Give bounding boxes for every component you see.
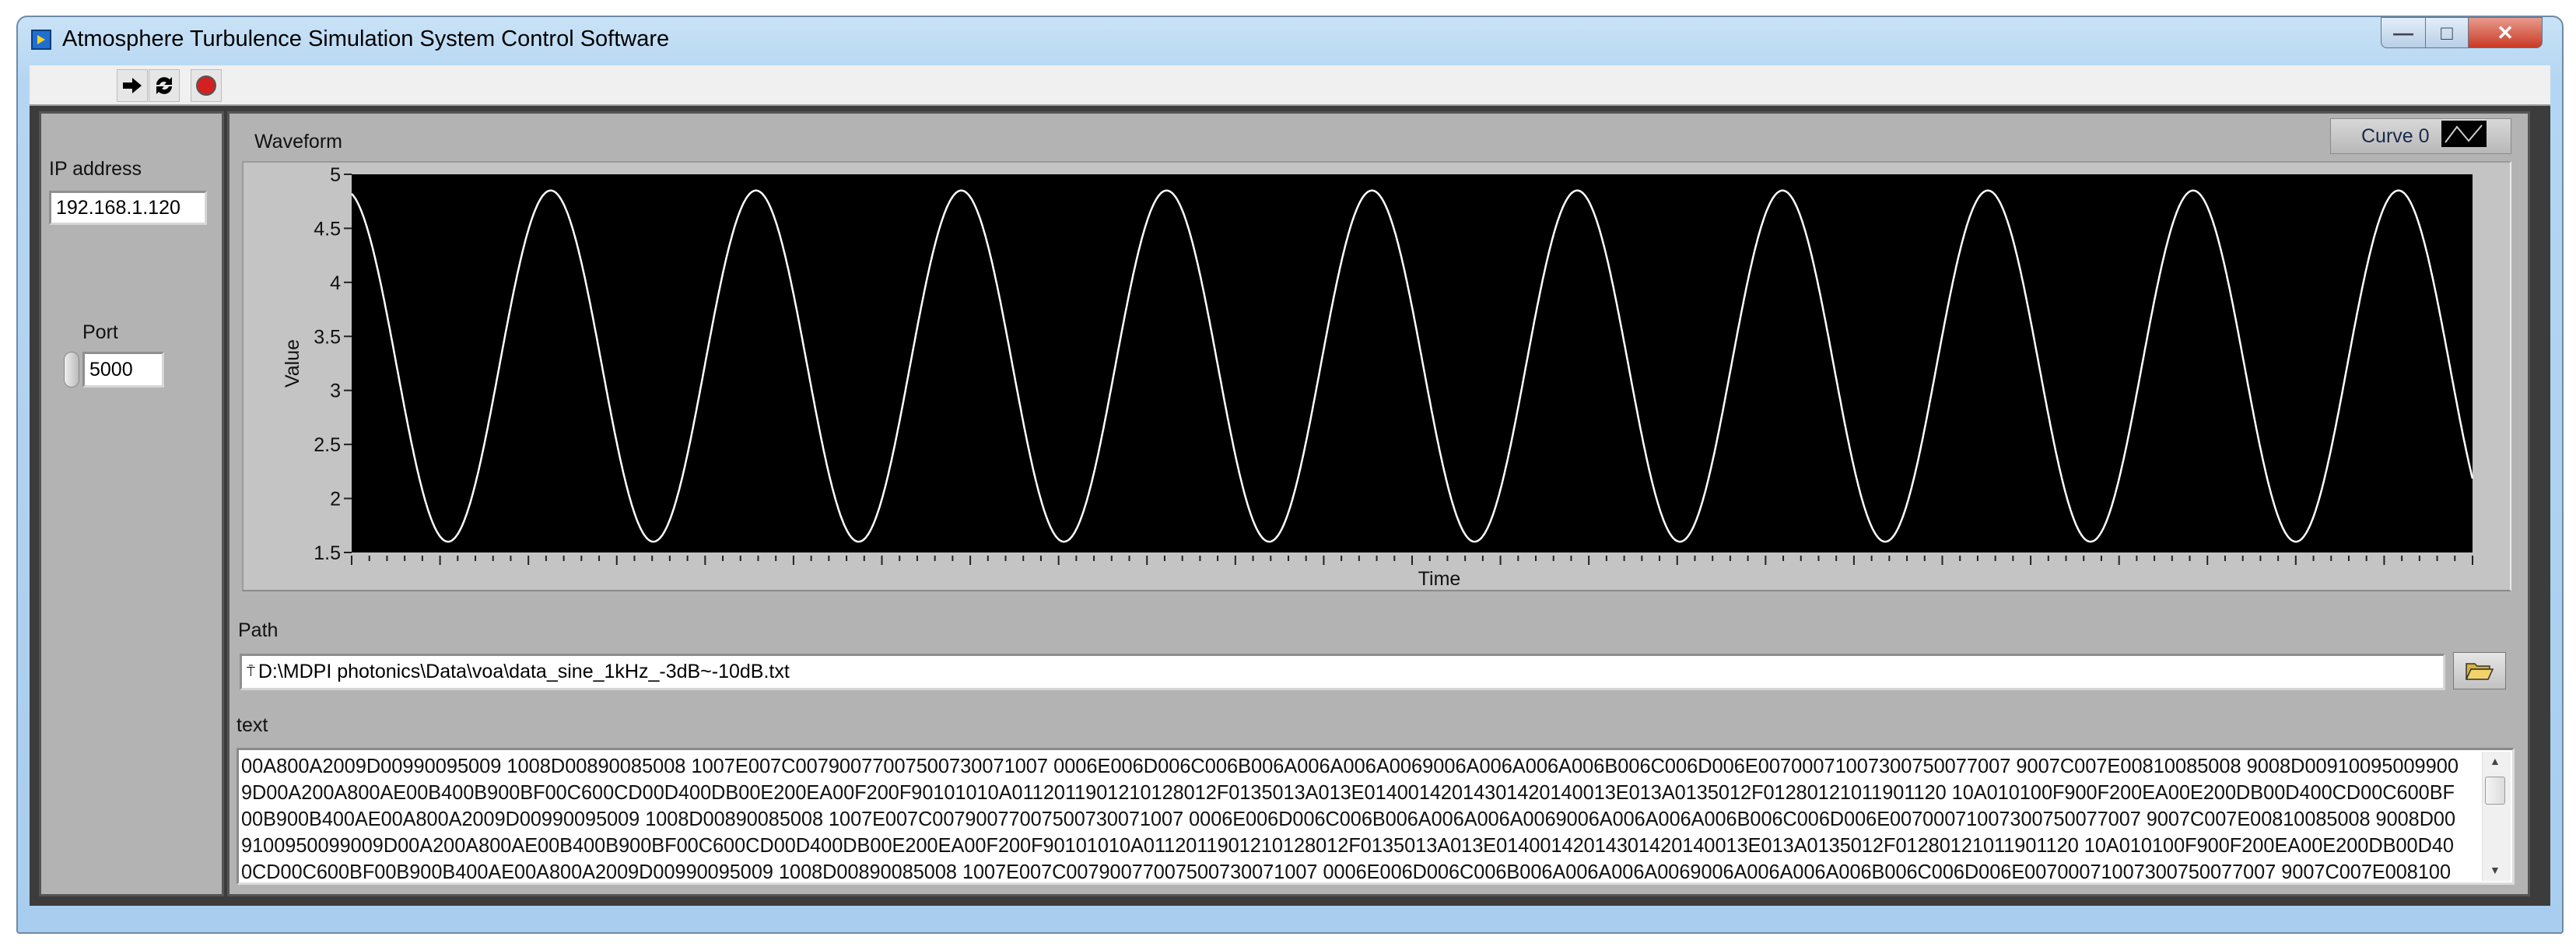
- text-display-lines: 00A800A2009D00990095009 1008D00890085008…: [241, 754, 2459, 883]
- scroll-down-arrow-icon[interactable]: ▼: [2490, 864, 2501, 876]
- text-line: 00B900B400AE00A800A2009D00990095009 1008…: [241, 807, 2455, 830]
- text-line: 9100950099009D00A200A800AE00B400B900BF00…: [241, 833, 2454, 857]
- scroll-up-arrow-icon[interactable]: ▲: [2490, 755, 2501, 767]
- scrollbar-thumb[interactable]: [2485, 777, 2505, 805]
- text-vertical-scrollbar[interactable]: [2482, 752, 2511, 881]
- text-line: 00A800A2009D00990095009 1008D00890085008…: [241, 754, 2459, 777]
- text-line: 9D00A200A800AE00B400B900BF00C600CD00D400…: [241, 780, 2455, 804]
- text-line: 0CD00C600BF00B900B400AE00A800A2009D00990…: [241, 860, 2451, 883]
